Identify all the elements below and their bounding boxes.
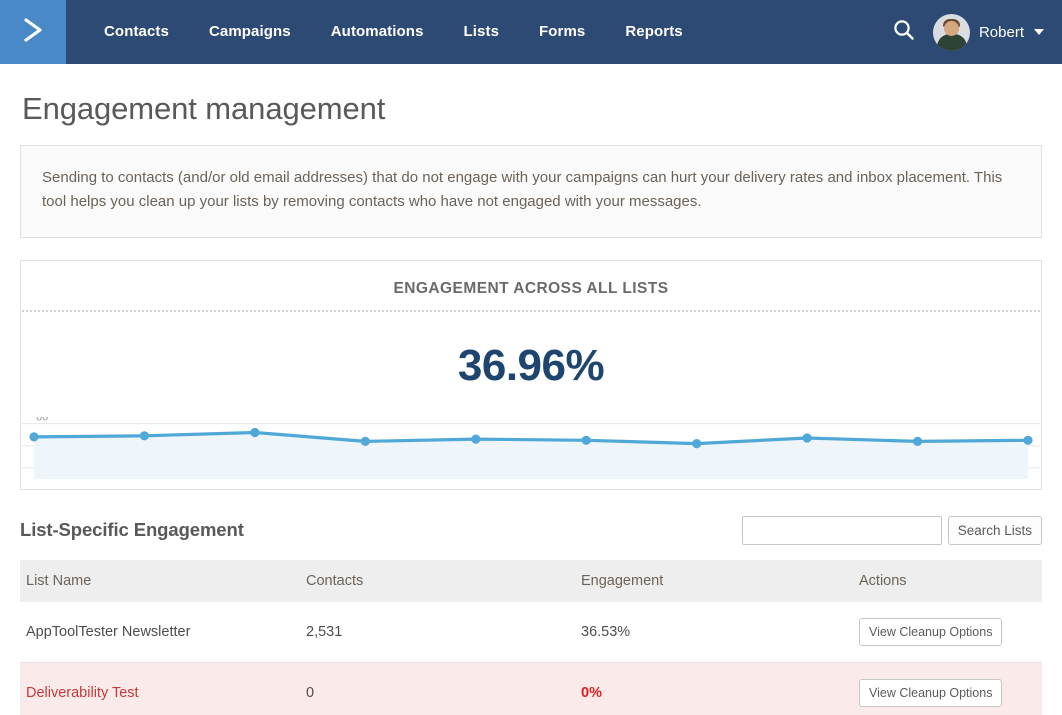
table-row: AppToolTester Newsletter 2,531 36.53% Vi… bbox=[20, 601, 1042, 663]
cell-actions: View Cleanup Options bbox=[853, 662, 1042, 715]
svg-text:60: 60 bbox=[36, 417, 48, 424]
nav-item-forms[interactable]: Forms bbox=[519, 0, 605, 64]
cell-list-name: AppToolTester Newsletter bbox=[20, 601, 300, 663]
page-title: Engagement management bbox=[22, 91, 386, 126]
list-section-header: List-Specific Engagement Search Lists bbox=[20, 515, 1042, 545]
info-banner-text: Sending to contacts (and/or old email ad… bbox=[42, 169, 1003, 211]
nav-item-reports[interactable]: Reports bbox=[605, 0, 702, 64]
info-banner: Sending to contacts (and/or old email ad… bbox=[20, 145, 1042, 238]
engagement-panel-heading: ENGAGEMENT ACROSS ALL LISTS bbox=[393, 279, 669, 297]
column-header-contacts: Contacts bbox=[306, 572, 364, 589]
column-header-list-name: List Name bbox=[26, 572, 92, 589]
search-input[interactable] bbox=[741, 515, 942, 545]
user-name: Robert bbox=[978, 23, 1024, 41]
list-search-group: Search Lists bbox=[741, 515, 1042, 545]
user-menu[interactable]: Robert bbox=[932, 13, 1044, 51]
cell-contacts: 2,531 bbox=[300, 601, 575, 663]
nav-right-cluster: Robert bbox=[889, 0, 1062, 64]
engagement-chart-svg: 604020 bbox=[22, 417, 1040, 479]
top-navbar: Contacts Campaigns Automations Lists For… bbox=[0, 0, 1062, 64]
column-header-actions: Actions bbox=[859, 572, 907, 589]
cell-engagement: 0% bbox=[575, 662, 853, 715]
engagement-sparkline-chart: 604020 bbox=[22, 417, 1040, 479]
engagement-panel: ENGAGEMENT ACROSS ALL LISTS 36.96% 60402… bbox=[20, 259, 1042, 490]
avatar bbox=[932, 13, 970, 51]
chevron-down-icon bbox=[1034, 29, 1044, 35]
table-header-row: List Name Contacts Engagement Actions bbox=[20, 559, 1042, 602]
view-cleanup-options-button[interactable]: View Cleanup Options bbox=[859, 617, 1003, 646]
page-content: Engagement management Sending to contact… bbox=[0, 64, 1062, 715]
primary-nav: Contacts Campaigns Automations Lists For… bbox=[66, 0, 703, 64]
view-cleanup-options-button[interactable]: View Cleanup Options bbox=[859, 678, 1003, 707]
search-icon bbox=[892, 18, 916, 47]
lists-table: List Name Contacts Engagement Actions Ap… bbox=[20, 559, 1042, 715]
app-logo[interactable] bbox=[0, 0, 66, 64]
nav-item-contacts[interactable]: Contacts bbox=[84, 0, 189, 64]
nav-item-campaigns[interactable]: Campaigns bbox=[189, 0, 311, 64]
search-lists-button[interactable]: Search Lists bbox=[947, 515, 1042, 545]
overall-engagement-stat: 36.96% bbox=[457, 340, 605, 390]
table-row: Deliverability Test 0 0% View Cleanup Op… bbox=[20, 662, 1042, 715]
cell-engagement: 36.53% bbox=[575, 601, 853, 663]
column-header-engagement: Engagement bbox=[581, 572, 664, 589]
cell-contacts: 0 bbox=[300, 662, 575, 715]
lists-table-body: AppToolTester Newsletter 2,531 36.53% Vi… bbox=[20, 601, 1042, 715]
lists-table-head: List Name Contacts Engagement Actions bbox=[20, 559, 1042, 602]
list-section-title: List-Specific Engagement bbox=[20, 519, 244, 541]
nav-item-automations[interactable]: Automations bbox=[311, 0, 444, 64]
cell-actions: View Cleanup Options bbox=[853, 601, 1042, 663]
global-search-button[interactable] bbox=[889, 17, 919, 47]
cell-list-name: Deliverability Test bbox=[20, 662, 300, 715]
nav-item-lists[interactable]: Lists bbox=[444, 0, 520, 64]
chevron-right-logo-icon bbox=[18, 15, 48, 50]
